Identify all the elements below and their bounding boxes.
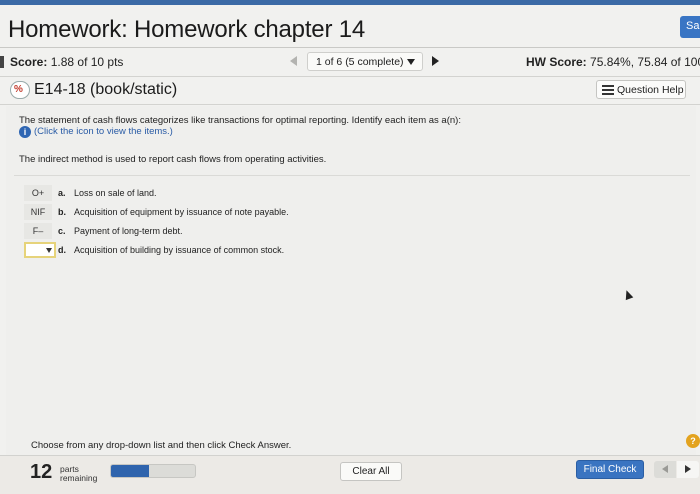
item-list: O+ a. Loss on sale of land. NIF b. Acqui…	[22, 185, 352, 261]
item-letter: d.	[58, 245, 66, 255]
answer-dropdown[interactable]: O+	[24, 185, 52, 201]
list-item: NIF b. Acquisition of equipment by issua…	[22, 204, 352, 223]
score-display: Score: 1.88 of 10 pts	[10, 55, 123, 69]
list-item: O+ a. Loss on sale of land.	[22, 185, 352, 204]
question-select-dropdown[interactable]: 1 of 6 (5 complete)	[307, 52, 423, 71]
progress-bar	[110, 464, 196, 478]
parts-remaining-label: parts remaining	[60, 464, 98, 483]
answer-dropdown[interactable]: F–	[24, 223, 52, 239]
help-question-icon[interactable]: ?	[686, 434, 700, 448]
previous-part-icon[interactable]	[654, 461, 676, 478]
question-instruction: The statement of cash flows categorizes …	[19, 115, 461, 126]
previous-question-icon[interactable]	[290, 56, 297, 66]
item-letter: c.	[58, 226, 66, 236]
info-icon[interactable]: i	[19, 126, 31, 138]
partial-credit-icon: %	[10, 81, 30, 99]
header-divider	[0, 47, 700, 48]
panel-divider	[14, 175, 690, 176]
question-pager: 1 of 6 (5 complete)	[280, 52, 448, 72]
item-letter: b.	[58, 207, 66, 217]
view-items-link[interactable]: (Click the icon to view the items.)	[34, 126, 173, 137]
page-title: Homework: Homework chapter 14	[8, 16, 366, 43]
homework-page: Homework: Homework chapter 14 Sa Score: …	[0, 0, 700, 494]
item-text: Payment of long-term debt.	[74, 226, 183, 236]
question-help-label: Question Help	[617, 84, 684, 96]
score-divider	[0, 76, 700, 77]
top-accent-bar	[0, 0, 700, 5]
save-button[interactable]: Sa	[680, 16, 700, 38]
parts-remaining-count: 12	[30, 461, 53, 483]
footer-instruction: Choose from any drop-down list and then …	[31, 440, 292, 451]
score-marker	[0, 56, 4, 68]
list-item: d. Acquisition of building by issuance o…	[22, 242, 352, 261]
hw-score-label: HW Score:	[526, 55, 587, 69]
score-label: Score:	[10, 55, 48, 69]
hw-score-display: HW Score: 75.84%, 75.84 of 100	[526, 55, 700, 69]
list-icon	[602, 85, 614, 95]
list-item: F– c. Payment of long-term debt.	[22, 223, 352, 242]
chevron-down-icon	[46, 248, 52, 253]
answer-dropdown[interactable]: NIF	[24, 204, 52, 220]
item-letter: a.	[58, 188, 66, 198]
final-check-button[interactable]: Final Check	[576, 460, 644, 479]
question-id: E14-18 (book/static)	[34, 81, 178, 98]
next-part-icon[interactable]	[677, 461, 699, 478]
item-text: Acquisition of building by issuance of c…	[74, 245, 285, 255]
item-text: Loss on sale of land.	[74, 188, 157, 198]
item-text: Acquisition of equipment by issuance of …	[74, 207, 289, 217]
method-note: The indirect method is used to report ca…	[19, 154, 327, 165]
score-value: 1.88 of 10 pts	[50, 55, 124, 69]
question-select-value: 1 of 6 (5 complete)	[316, 56, 404, 68]
question-divider	[0, 104, 700, 105]
question-help-button[interactable]: Question Help	[596, 80, 686, 99]
hw-score-value: 75.84%, 75.84 of 100	[590, 55, 700, 69]
progress-fill	[111, 465, 149, 477]
next-question-icon[interactable]	[432, 56, 439, 66]
clear-all-button[interactable]: Clear All	[340, 462, 402, 481]
chevron-down-icon	[407, 59, 415, 65]
answer-dropdown-empty[interactable]	[24, 242, 56, 258]
